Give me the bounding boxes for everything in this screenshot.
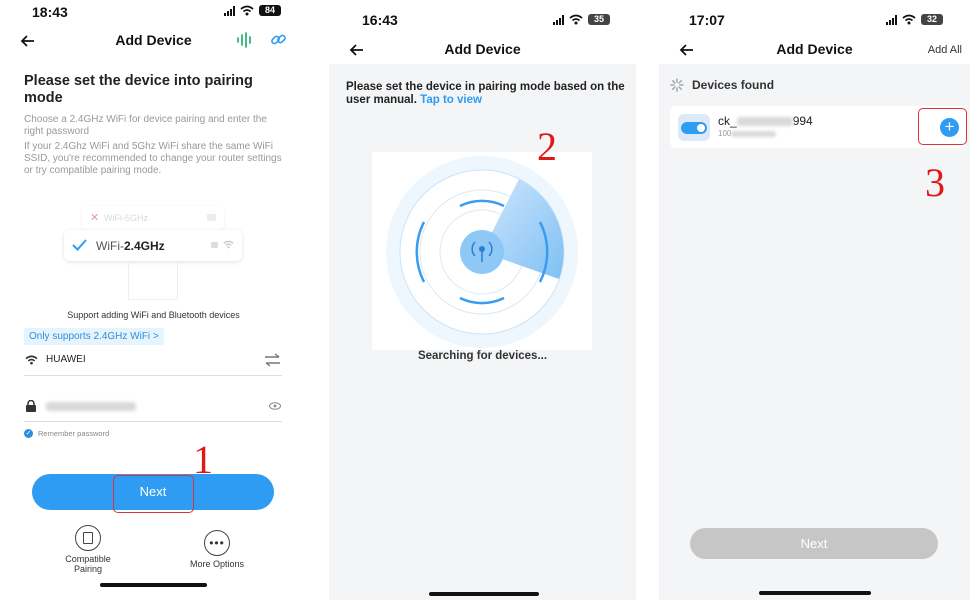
status-time: 16:43 — [362, 12, 398, 28]
checkmark-icon — [72, 239, 87, 251]
device-id-masked — [731, 130, 777, 137]
device-thumbnail — [678, 114, 710, 141]
link-icon[interactable] — [270, 31, 287, 48]
status-time: 17:07 — [689, 12, 725, 28]
compatible-pairing-label: Compatible Pairing — [65, 554, 111, 574]
battery-icon: 35 — [588, 14, 610, 25]
device-id-prefix: 100 — [718, 129, 732, 138]
wifi-24ghz-prefix: WiFi- — [96, 239, 124, 253]
pairing-desc-1: Choose a 2.4GHz WiFi for device pairing … — [24, 114, 267, 137]
step-number-3: 3 — [925, 160, 945, 205]
lock-icon — [211, 242, 218, 248]
tap-to-view-link[interactable]: Tap to view — [420, 94, 482, 106]
wifi-24ghz-band: 2.4GHz — [123, 239, 165, 253]
voice-wave-icon[interactable] — [236, 32, 254, 48]
only-24ghz-link[interactable]: Only supports 2.4GHz WiFi > — [24, 328, 164, 345]
cellular-signal-icon — [886, 14, 897, 25]
status-bar: 17:07 32 — [659, 0, 970, 28]
loading-spinner-icon — [670, 78, 684, 92]
device-name-prefix: ck_ — [718, 114, 737, 128]
cellular-signal-icon — [553, 14, 564, 25]
wifi-5ghz-card: ✕ WiFi-5GHz — [82, 206, 224, 230]
remember-password-label: Remember password — [38, 429, 110, 438]
wifi-signal-icon — [223, 240, 234, 249]
toggle-switch-icon — [681, 122, 707, 134]
highlight-box-next — [113, 475, 194, 513]
wifi-status-icon — [902, 14, 916, 25]
wifi-5ghz-label: WiFi-5GHz — [104, 213, 148, 223]
cellular-signal-icon — [224, 5, 235, 16]
screen-devices-found: 17:07 32 Add Device Add All Devices foun… — [659, 0, 970, 600]
step-number-1: 1 — [193, 437, 213, 482]
pairing-instruction: Please set the device in pairing mode ba… — [346, 81, 626, 107]
monitor-stand — [128, 262, 178, 300]
wifi-24ghz-label: WiFi-2.4GHz — [96, 239, 165, 253]
device-name: ck_ 994 — [718, 114, 813, 128]
battery-icon: 84 — [259, 5, 281, 16]
wifi-ssid-field[interactable]: HUAWEI — [24, 350, 282, 376]
nav-bar: Add Device — [329, 38, 636, 62]
add-all-button[interactable]: Add All — [928, 44, 962, 56]
status-bar: 18:43 84 — [0, 0, 307, 26]
lock-icon — [26, 400, 36, 412]
page-title: Add Device — [444, 41, 521, 57]
compatible-pairing-icon — [75, 525, 101, 551]
page-title: Add Device — [776, 41, 853, 57]
check-icon: ✓ — [24, 429, 33, 438]
screen-pairing-mode: 18:43 84 Add Device Please set the devic… — [0, 0, 307, 600]
nav-bar: Add Device Add All — [659, 38, 970, 62]
password-masked — [46, 402, 136, 411]
home-indicator — [759, 591, 871, 595]
nav-bar: Add Device — [0, 29, 307, 53]
home-indicator — [100, 583, 207, 587]
wifi-24ghz-card: WiFi-2.4GHz — [64, 230, 242, 261]
wifi-password-field[interactable] — [24, 396, 282, 422]
next-button[interactable]: Next — [690, 528, 938, 559]
step-number-2: 2 — [537, 124, 557, 169]
wifi-ssid-value: HUAWEI — [46, 354, 86, 365]
lock-icon — [207, 214, 216, 221]
pairing-desc-2: If your 2.4Ghz WiFi and 5Ghz WiFi share … — [24, 141, 282, 176]
device-name-suffix: 994 — [792, 114, 813, 128]
battery-icon: 32 — [921, 14, 943, 25]
radar-animation — [372, 152, 592, 350]
pairing-heading: Please set the device into pairing mode — [24, 73, 253, 106]
status-bar: 16:43 35 — [329, 0, 636, 28]
wifi-status-icon — [240, 5, 254, 16]
searching-text: Searching for devices... — [417, 350, 548, 362]
radar-icon — [386, 156, 578, 348]
switch-arrows-icon[interactable] — [264, 353, 281, 367]
page-title: Add Device — [115, 32, 192, 48]
status-time: 18:43 — [32, 4, 68, 20]
screen-searching: 16:43 35 Add Device Please set the devic… — [329, 0, 636, 600]
more-options-option[interactable]: ••• More Options — [180, 530, 254, 569]
devices-found-label: Devices found — [692, 78, 775, 92]
wifi-status-icon — [569, 14, 583, 25]
wifi-icon — [25, 355, 38, 365]
device-id: 100 — [718, 129, 777, 138]
compatible-pairing-option[interactable]: Compatible Pairing — [50, 525, 126, 574]
more-options-label: More Options — [189, 559, 245, 569]
support-text: Support adding WiFi and Bluetooth device… — [67, 310, 240, 320]
device-name-masked — [736, 117, 793, 127]
more-dots-icon: ••• — [204, 530, 230, 556]
remember-password-checkbox[interactable]: ✓ Remember password — [24, 429, 109, 438]
pairing-instruction-text: Please set the device in pairing mode ba… — [346, 81, 625, 106]
eye-icon[interactable] — [269, 402, 281, 410]
x-icon: ✕ — [90, 212, 100, 224]
home-indicator — [429, 592, 539, 596]
highlight-box-plus — [918, 108, 967, 145]
